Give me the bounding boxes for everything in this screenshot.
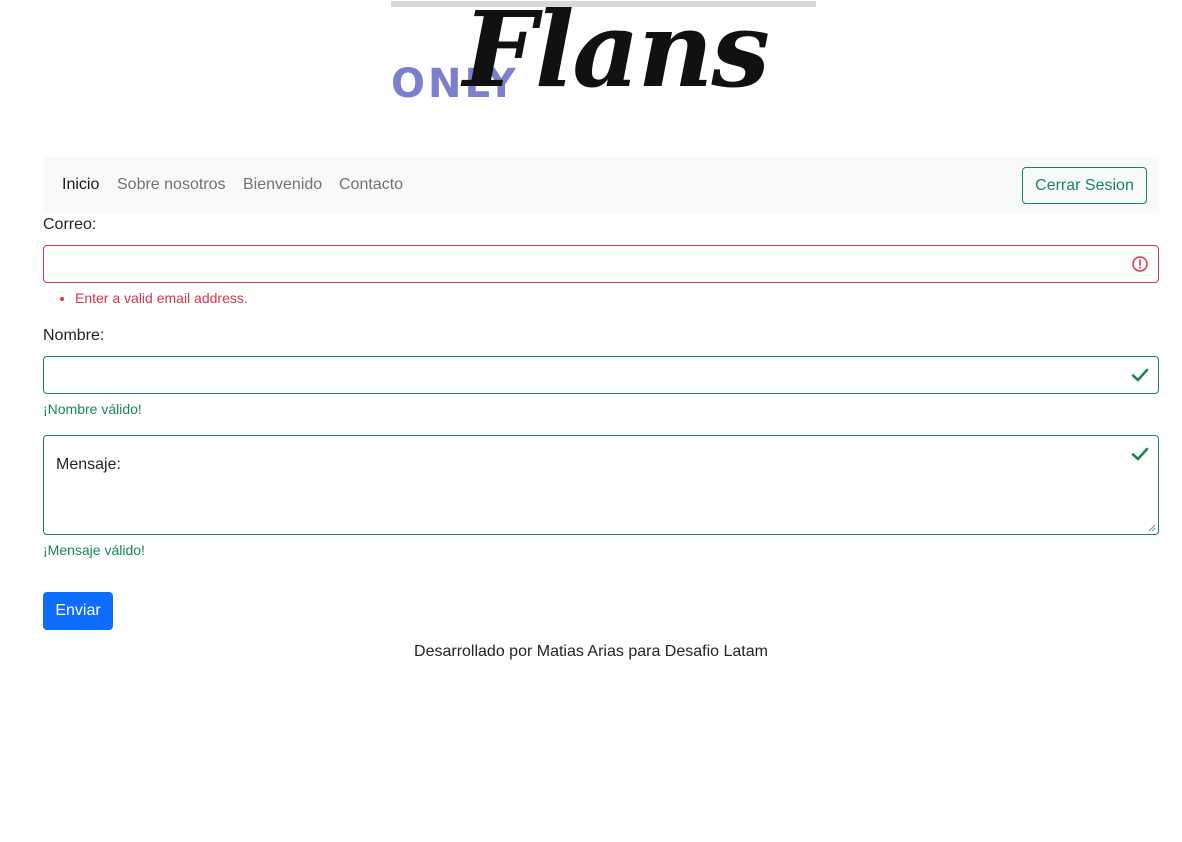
footer-credit: Desarrollado por Matias Arias para Desaf… <box>414 643 768 660</box>
nav-item-sobre-nosotros[interactable]: Sobre nosotros <box>117 157 226 213</box>
email-error-list: Enter a valid email address. <box>75 289 248 307</box>
email-field[interactable] <box>43 245 1159 283</box>
navbar: Inicio Sobre nosotros Bienvenido Contact… <box>43 157 1159 213</box>
site-logo: ONLY Flans <box>391 0 816 118</box>
logo-script: Flans <box>463 0 770 111</box>
message-textarea[interactable]: Mensaje: <box>43 435 1159 535</box>
email-label: Correo: <box>43 216 97 233</box>
message-valid-message: ¡Mensaje válido! <box>43 542 145 558</box>
message-placeholder: Mensaje: <box>56 456 121 473</box>
resize-grip-icon[interactable] <box>1148 524 1156 532</box>
name-field[interactable] <box>43 356 1159 394</box>
name-label: Nombre: <box>43 327 105 344</box>
logout-button[interactable]: Cerrar Sesion <box>1022 167 1147 204</box>
exclamation-circle-icon <box>1132 256 1148 272</box>
nav-item-bienvenido[interactable]: Bienvenido <box>243 157 322 213</box>
check-icon <box>1131 368 1149 382</box>
submit-button[interactable]: Enviar <box>43 592 113 630</box>
check-icon <box>1131 447 1149 461</box>
email-error: Enter a valid email address. <box>75 289 248 307</box>
name-valid-message: ¡Nombre válido! <box>43 401 142 417</box>
nav-item-contacto[interactable]: Contacto <box>339 157 403 213</box>
nav-item-inicio[interactable]: Inicio <box>62 157 99 213</box>
